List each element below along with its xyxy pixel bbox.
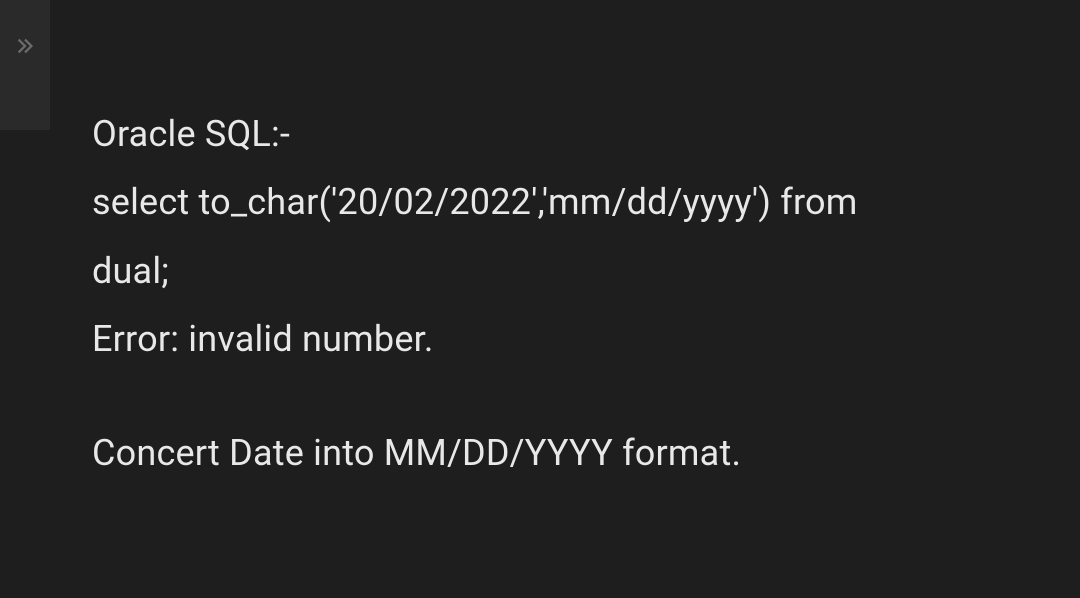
text-line: select to_char('20/02/2022','mm/dd/yyyy'… [92, 168, 1050, 236]
text-line: Error: invalid number. [92, 305, 1050, 373]
text-line: dual; [92, 237, 1050, 305]
spacer [92, 374, 1050, 419]
text-content: Oracle SQL:- select to_char('20/02/2022'… [0, 0, 1080, 517]
text-line: Oracle SQL:- [92, 100, 1050, 168]
chevron-right-double-icon [14, 35, 36, 57]
text-line: Concert Date into MM/DD/YYYY format. [92, 419, 1050, 487]
expand-tab[interactable] [0, 0, 50, 130]
